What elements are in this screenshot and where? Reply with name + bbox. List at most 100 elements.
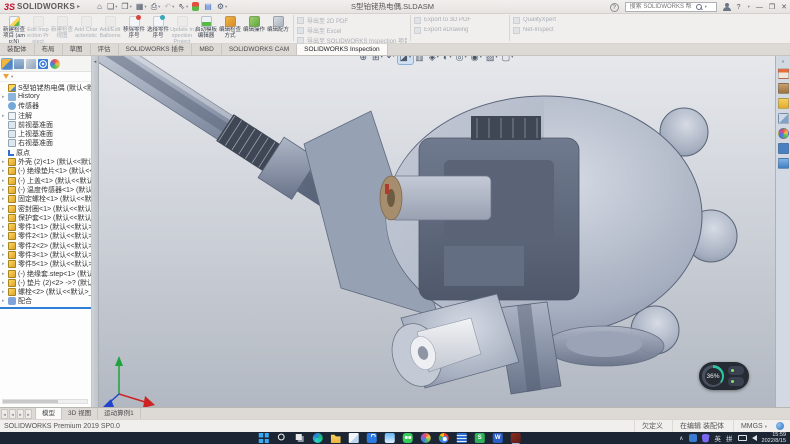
weather-icon[interactable]: [385, 433, 395, 443]
command-tab[interactable]: 评估: [91, 44, 119, 55]
configuration-manager-tab-icon[interactable]: [26, 59, 36, 69]
close-button[interactable]: ✕: [781, 3, 787, 11]
panel-divider[interactable]: ◂: [92, 56, 99, 407]
ribbon-button[interactable]: 编辑检查方式: [218, 15, 242, 43]
tab-nav-arrow[interactable]: ◂: [9, 409, 16, 419]
export-menu-item[interactable]: Export to 3D PDF: [414, 16, 506, 24]
view-orientation-icon[interactable]: ◈ ▾: [427, 56, 440, 64]
export-menu-item[interactable]: 导出至 SOLIDWORKS Inspection 项目: [297, 36, 407, 44]
collapse-panel-icon[interactable]: ◂: [92, 59, 98, 65]
design-library-icon[interactable]: [778, 83, 789, 94]
tab-nav-arrow[interactable]: ▸: [17, 409, 24, 419]
view-settings-icon[interactable]: ▢ ▾: [500, 56, 515, 64]
display-tray-icon[interactable]: [738, 435, 747, 441]
start-button[interactable]: [259, 433, 269, 443]
rollback-bar[interactable]: [0, 307, 91, 309]
file-explorer-icon[interactable]: [331, 433, 341, 443]
tree-item[interactable]: 传感器: [0, 102, 91, 111]
ribbon-button[interactable]: 移除零件序号: [122, 15, 146, 43]
ribbon-button[interactable]: Add Characteristic: [74, 15, 98, 43]
tray-chevron-icon[interactable]: ∧: [679, 435, 683, 442]
file-explorer-icon[interactable]: [778, 98, 789, 109]
ribbon-button[interactable]: 编辑配方: [266, 15, 290, 43]
tree-item[interactable]: ▸ History: [0, 92, 91, 101]
ribbon-button[interactable]: 启动模板编辑器: [194, 15, 218, 43]
file-properties-icon[interactable]: ▤: [203, 1, 214, 13]
select-icon[interactable]: ⇖ ▾: [177, 1, 189, 13]
document-tab[interactable]: 模型: [35, 408, 62, 419]
tree-horizontal-scrollbar[interactable]: [2, 399, 88, 404]
ribbon-button[interactable]: 编辑操作: [242, 15, 266, 43]
status-item[interactable]: 欠定义: [634, 420, 672, 433]
wps-icon[interactable]: S: [475, 433, 485, 443]
expand-task-pane-icon[interactable]: «: [782, 59, 785, 65]
ribbon-button[interactable]: 新建检查项目 (amp;N): [2, 15, 26, 43]
tree-item[interactable]: ▸ 零件3<1> (默认<<默认>_显示状态: [0, 250, 91, 259]
export-menu-item[interactable]: 导出至 2D PDF: [297, 16, 407, 24]
restore-button[interactable]: ❐: [769, 3, 775, 11]
rebuild-icon[interactable]: [191, 1, 201, 13]
ribbon-button[interactable]: Edit Inspection Project: [26, 15, 50, 43]
edge-icon[interactable]: [313, 433, 323, 443]
tree-item[interactable]: ▸ 零件5<1> (默认<<默认>_显示状态: [0, 260, 91, 269]
scrollbar-thumb[interactable]: [3, 400, 58, 403]
welcome-icon[interactable]: ⌂: [96, 1, 104, 13]
tree-item[interactable]: ▸ 密封圈<1> (默认<<默认>_显示状态: [0, 204, 91, 213]
solidworks-resources-icon[interactable]: [778, 68, 789, 79]
property-manager-tab-icon[interactable]: [14, 59, 24, 69]
section-view-icon[interactable]: ◪ ▾: [398, 56, 413, 64]
tree-item[interactable]: ▸ (-) 上盖<1> (默认<<默认>_显示状态: [0, 176, 91, 185]
appearances-scenes-icon[interactable]: [778, 128, 789, 139]
percent-indicator-widget[interactable]: 36%: [699, 362, 749, 390]
apply-scene-icon[interactable]: ▨ ▾: [484, 56, 499, 64]
export-menu-item[interactable]: 导出至 Excel: [297, 26, 407, 34]
search-icon[interactable]: [696, 4, 702, 10]
dimxpert-manager-tab-icon[interactable]: [38, 59, 48, 69]
tree-item[interactable]: ▸ (-) 绝缘套.step<1> (默认<<默认>_: [0, 269, 91, 278]
feature-manager-tab-icon[interactable]: [2, 59, 12, 69]
export-menu-item[interactable]: QualityXpert: [513, 16, 593, 24]
wechat-icon[interactable]: [403, 433, 413, 443]
open-file-icon[interactable]: ❒ ▾: [120, 1, 132, 13]
tree-item[interactable]: ▸ 零件2<2> (默认<<默认>_显示状态: [0, 241, 91, 250]
filter-caret-icon[interactable]: ▾: [11, 74, 13, 80]
tree-item[interactable]: ▸ 外壳 (2)<1> (默认<<默认>_显示状态: [0, 157, 91, 166]
help-search-box[interactable]: ▾: [625, 2, 717, 12]
tree-item[interactable]: ▸ 零件1<1> (默认<<默认>_显示状态: [0, 222, 91, 231]
ime-indicator[interactable]: 英: [715, 433, 722, 443]
zoom-fit-icon[interactable]: ⊕: [358, 56, 370, 64]
tree-item[interactable]: ▸ 零件2<1> (默认<<默认>_显示状态: [0, 232, 91, 241]
store-icon[interactable]: [367, 433, 377, 443]
word-icon[interactable]: W: [493, 433, 503, 443]
zoom-area-icon[interactable]: ⊞ ▾: [371, 56, 385, 64]
tree-item[interactable]: ▸ 固定螺栓<1> (默认<<默认>_显示状: [0, 195, 91, 204]
command-tab[interactable]: SOLIDWORKS CAM: [222, 44, 297, 55]
edit-appearance-icon[interactable]: ◉ ▾: [469, 56, 483, 64]
reader-icon[interactable]: [457, 433, 467, 443]
hide-show-items-icon[interactable]: ◎ ▾: [454, 56, 468, 64]
tree-item[interactable]: S型铂铑热电偶 (默认<默认_显示状态-1: [0, 83, 91, 92]
ribbon-button[interactable]: 选择零件序号: [146, 15, 170, 43]
sign-in-icon[interactable]: [723, 3, 731, 12]
options-icon[interactable]: ⚙ ▾: [216, 1, 228, 13]
widget-button-bottom[interactable]: [728, 377, 744, 386]
view-palette-icon[interactable]: [778, 113, 789, 124]
command-tab[interactable]: MBD: [192, 44, 221, 55]
display-style-icon[interactable]: ◐ ▾: [441, 56, 453, 64]
search-button[interactable]: [277, 433, 287, 443]
ribbon-button[interactable]: 新建检查视图: [50, 15, 74, 43]
help-menu-button[interactable]: ?: [737, 4, 741, 11]
minimize-button[interactable]: —: [756, 4, 763, 11]
tree-item[interactable]: 右视基准面: [0, 139, 91, 148]
search-caret-icon[interactable]: ▾: [705, 4, 707, 10]
command-tab[interactable]: 装配体: [0, 44, 35, 55]
tab-nav-arrow[interactable]: ◂: [1, 409, 8, 419]
pinwheel-icon[interactable]: [421, 433, 431, 443]
tray-shield-icon[interactable]: [702, 434, 710, 443]
tab-nav-arrow[interactable]: ▸: [25, 409, 32, 419]
ime-indicator[interactable]: 拼: [726, 433, 733, 443]
document-tab[interactable]: 运动算例1: [98, 408, 141, 419]
solidworks-taskbar-icon[interactable]: [511, 433, 521, 443]
graphics-viewport[interactable]: ⊕ ⊞ ▾ ↶ ◪ ▾: [99, 56, 775, 407]
undo-icon[interactable]: ↶ ▾: [163, 1, 175, 13]
